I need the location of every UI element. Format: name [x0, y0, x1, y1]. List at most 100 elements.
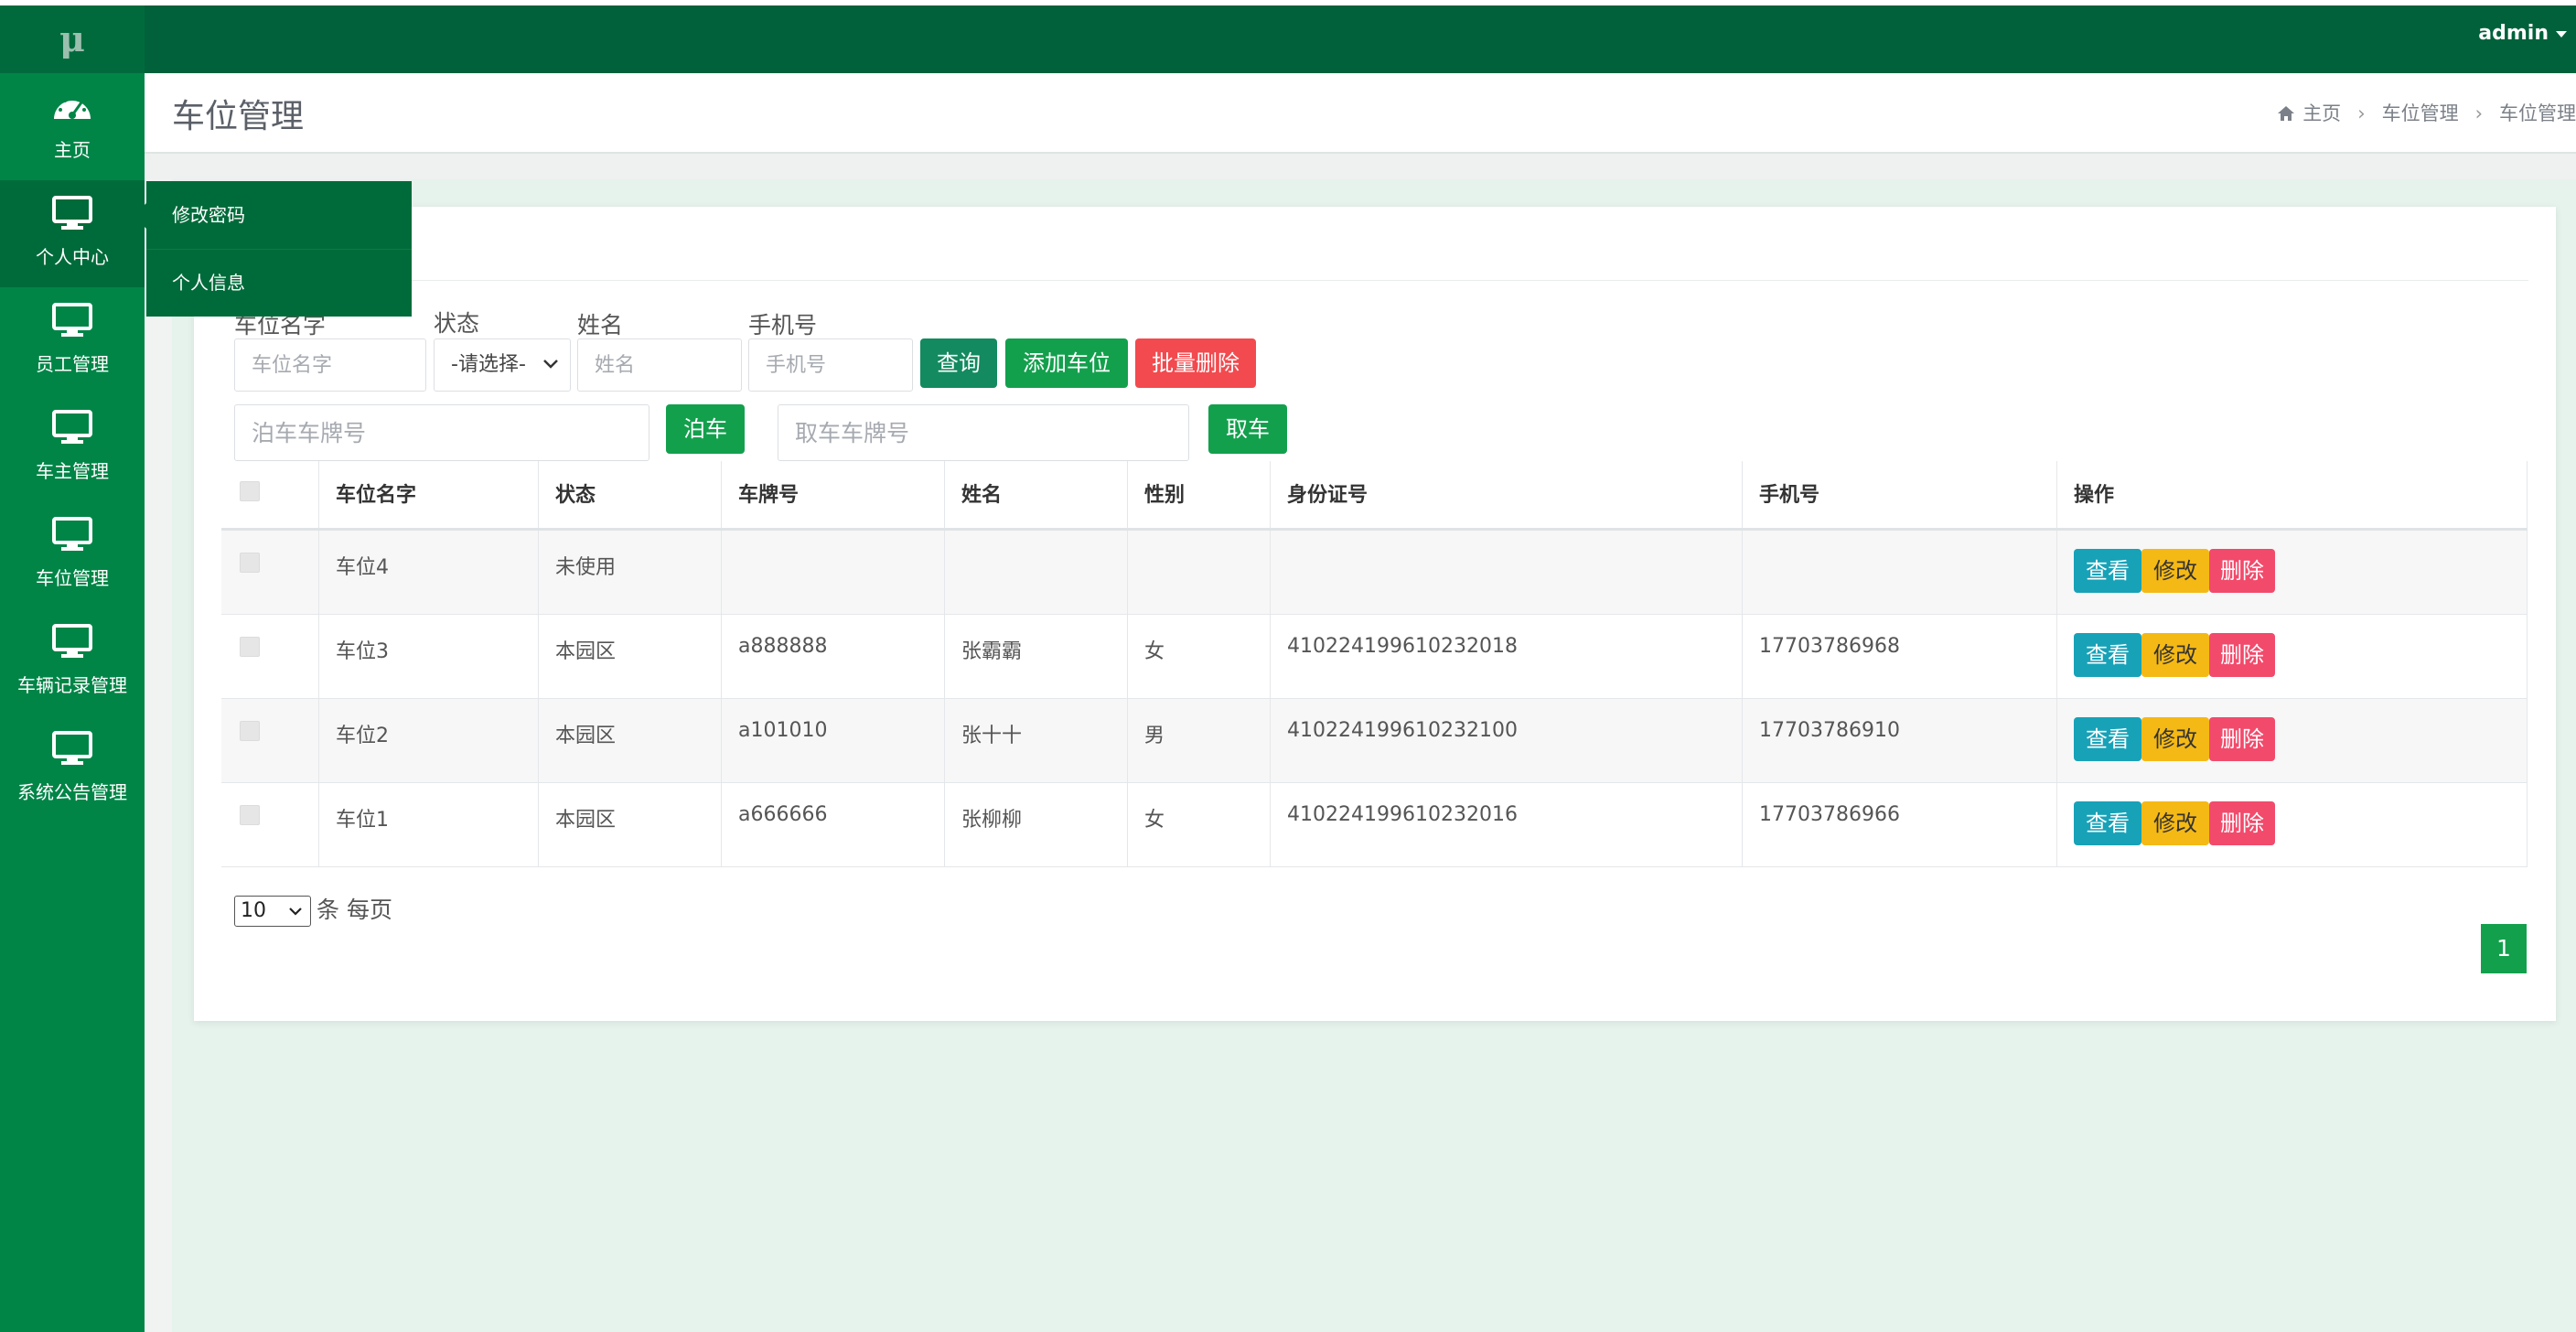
view-button[interactable]: 查看: [2074, 549, 2141, 593]
space-name-input[interactable]: [234, 338, 426, 392]
sidebar-item-label: 车位管理: [36, 567, 109, 589]
cell-phone: 17703786910: [1742, 699, 2056, 782]
sidebar-item-label: 员工管理: [36, 353, 109, 375]
pickup-plate-input[interactable]: [778, 404, 1189, 461]
sidebar-item-staff[interactable]: 员工管理: [0, 287, 145, 394]
chevron-right-icon: ›: [2357, 102, 2366, 124]
cell-id-card: 410224199610232018: [1270, 615, 1742, 698]
table-row: 车位2 本园区 a101010 张十十 男 410224199610232100…: [221, 699, 2528, 783]
cell-actions: 查看 修改 删除: [2056, 615, 2528, 698]
sidebar-item-label: 主页: [54, 139, 91, 161]
monitor-icon: [52, 624, 92, 658]
cell-gender: [1127, 531, 1270, 614]
column-header[interactable]: 性别: [1127, 461, 1270, 528]
chevron-down-icon: [543, 360, 558, 369]
row-checkbox[interactable]: [240, 721, 260, 741]
page-title: 车位管理: [172, 98, 305, 135]
home-icon: [2278, 106, 2295, 121]
cell-gender: 女: [1127, 615, 1270, 698]
sidebar-item-home[interactable]: 主页: [0, 73, 145, 180]
query-button[interactable]: 查询: [920, 338, 997, 388]
table-row: 车位4 未使用 查看 修改 删除: [221, 531, 2528, 615]
card-divider: [221, 280, 2528, 281]
view-button[interactable]: 查看: [2074, 801, 2141, 845]
sidebar-item-parking-spaces[interactable]: 车位管理: [0, 501, 145, 608]
per-page-select[interactable]: 10: [234, 896, 311, 927]
park-plate-input[interactable]: [234, 404, 649, 461]
delete-button[interactable]: 删除: [2209, 633, 2275, 677]
column-header[interactable]: 车位名字: [318, 461, 538, 528]
per-page-value: 10: [241, 899, 266, 922]
sidebar-item-personal-center[interactable]: 个人中心: [0, 180, 145, 287]
cell-space-name: 车位4: [318, 531, 538, 614]
edit-button[interactable]: 修改: [2141, 717, 2209, 761]
batch-delete-button[interactable]: 批量删除: [1135, 338, 1256, 388]
submenu-profile[interactable]: 个人信息: [146, 249, 412, 317]
sidebar-item-owners[interactable]: 车主管理: [0, 394, 145, 501]
select-all-checkbox[interactable]: [240, 481, 260, 501]
cell-person: 张霸霸: [944, 615, 1127, 698]
view-button[interactable]: 查看: [2074, 717, 2141, 761]
delete-button[interactable]: 删除: [2209, 801, 2275, 845]
add-space-button[interactable]: 添加车位: [1005, 338, 1128, 388]
top-header: admin: [145, 5, 2576, 73]
filter-label-status: 状态: [434, 310, 480, 337]
column-header[interactable]: 姓名: [944, 461, 1127, 528]
monitor-icon: [52, 731, 92, 765]
filter-label-phone: 手机号: [748, 312, 818, 338]
monitor-icon: [52, 410, 92, 444]
cell-phone: [1742, 531, 2056, 614]
user-menu[interactable]: admin: [2478, 22, 2567, 45]
edit-button[interactable]: 修改: [2141, 801, 2209, 845]
caret-down-icon: [2556, 30, 2567, 38]
cell-phone: 17703786966: [1742, 783, 2056, 866]
cell-id-card: 410224199610232100: [1270, 699, 1742, 782]
pickup-button[interactable]: 取车: [1208, 404, 1287, 454]
personal-center-submenu: 修改密码 个人信息: [146, 181, 412, 317]
edit-button[interactable]: 修改: [2141, 633, 2209, 677]
row-checkbox[interactable]: [240, 805, 260, 825]
cell-phone: 17703786968: [1742, 615, 2056, 698]
monitor-icon: [52, 517, 92, 551]
park-button[interactable]: 泊车: [666, 404, 745, 454]
sidebar-item-vehicle-records[interactable]: 车辆记录管理: [0, 608, 145, 715]
breadcrumb: 主页 › 车位管理 › 车位管理: [2277, 99, 2576, 126]
delete-button[interactable]: 删除: [2209, 717, 2275, 761]
phone-input[interactable]: [748, 338, 913, 392]
cell-plate: a888888: [721, 615, 944, 698]
cell-actions: 查看 修改 删除: [2056, 783, 2528, 866]
row-checkbox[interactable]: [240, 637, 260, 657]
breadcrumb-section[interactable]: 车位管理: [2382, 102, 2459, 124]
title-bar: 车位管理 主页 › 车位管理 › 车位管理: [145, 73, 2576, 154]
sidebar-item-label: 系统公告管理: [17, 781, 127, 803]
breadcrumb-home[interactable]: 主页: [2302, 102, 2341, 124]
status-select[interactable]: -请选择-: [434, 338, 571, 392]
chevron-down-icon: [289, 908, 302, 916]
column-header[interactable]: 身份证号: [1270, 461, 1742, 528]
cell-space-name: 车位2: [318, 699, 538, 782]
row-checkbox[interactable]: [240, 553, 260, 573]
view-button[interactable]: 查看: [2074, 633, 2141, 677]
cell-status: 本园区: [538, 615, 721, 698]
cell-space-name: 车位1: [318, 783, 538, 866]
column-header[interactable]: 手机号: [1742, 461, 2056, 528]
column-header: 操作: [2056, 461, 2528, 528]
monitor-icon: [52, 303, 92, 337]
dashboard-icon: [54, 95, 91, 119]
submenu-change-password[interactable]: 修改密码: [146, 181, 412, 249]
cell-plate: [721, 531, 944, 614]
column-header[interactable]: 状态: [538, 461, 721, 528]
sidebar-item-announcements[interactable]: 系统公告管理: [0, 715, 145, 822]
cell-status: 本园区: [538, 783, 721, 866]
column-header[interactable]: 车牌号: [721, 461, 944, 528]
page-button-current[interactable]: 1: [2481, 924, 2527, 973]
cell-id-card: 410224199610232016: [1270, 783, 1742, 866]
per-page-control: 10 条 每页: [234, 892, 392, 927]
edit-button[interactable]: 修改: [2141, 549, 2209, 593]
row-select-cell: [221, 531, 318, 614]
cell-status: 未使用: [538, 531, 721, 614]
breadcrumb-current: 车位管理: [2499, 102, 2576, 124]
person-name-input[interactable]: [577, 338, 742, 392]
cell-actions: 查看 修改 删除: [2056, 531, 2528, 614]
delete-button[interactable]: 删除: [2209, 549, 2275, 593]
